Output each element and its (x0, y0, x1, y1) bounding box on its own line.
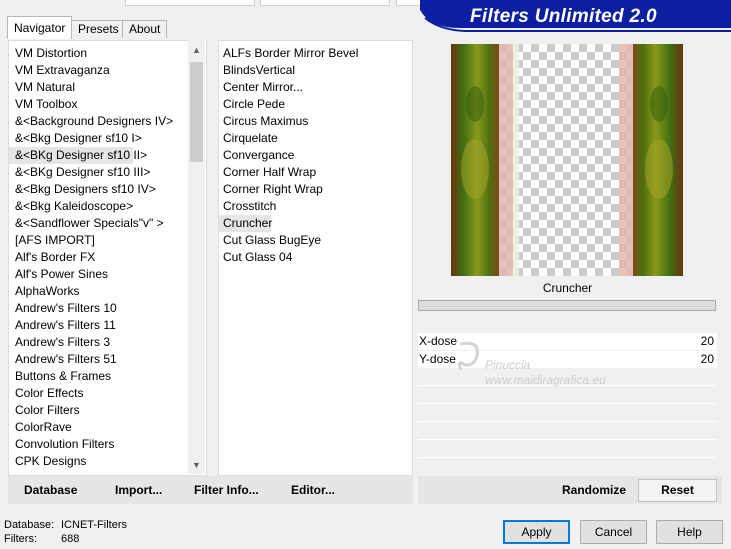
filter-item[interactable]: Cruncher (219, 215, 272, 232)
tab-presets[interactable]: Presets (71, 20, 126, 38)
database-button[interactable]: Database (24, 476, 77, 504)
param-value[interactable]: 20 (701, 351, 714, 368)
category-item[interactable]: VM Extravaganza (9, 62, 110, 79)
category-item[interactable]: Buttons & Frames (9, 368, 111, 385)
filter-item[interactable]: Cut Glass 04 (219, 249, 292, 266)
status-database-label: Database: (4, 519, 55, 531)
category-item[interactable]: Alf's Power Sines (9, 266, 108, 283)
editor-button[interactable]: Editor... (291, 476, 335, 504)
category-item[interactable]: VM Distortion (9, 45, 87, 62)
category-item[interactable]: &<Bkg Kaleidoscope> (9, 198, 133, 215)
category-item[interactable]: &<Sandflower Specials"v" > (9, 215, 164, 232)
filter-item[interactable]: Circus Maximus (219, 113, 308, 130)
divider (418, 439, 717, 440)
filter-item[interactable]: Cirquelate (219, 130, 278, 147)
filter-item[interactable]: Cut Glass BugEye (219, 232, 321, 249)
divider (418, 421, 717, 422)
category-item[interactable]: &<Bkg Designer sf10 I> (9, 130, 142, 147)
filter-item[interactable]: BlindsVertical (219, 62, 295, 79)
current-filter-name: Cruncher (418, 277, 717, 299)
filter-item[interactable]: Circle Pede (219, 96, 285, 113)
category-item[interactable]: Andrew's Filters 11 (9, 317, 116, 334)
preview-image (451, 44, 683, 276)
param-label: X-dose (419, 334, 458, 348)
category-item[interactable]: VM Natural (9, 79, 75, 96)
status-filters-label: Filters: (4, 533, 37, 545)
watermark: Pinuccia www.maidiragrafica.eu (455, 338, 625, 387)
filter-item[interactable]: Convergance (219, 147, 294, 164)
divider (418, 403, 717, 404)
category-item[interactable]: VM Toolbox (9, 96, 77, 113)
category-item[interactable]: [AFS IMPORT] (9, 232, 95, 249)
top-fragment (260, 0, 390, 6)
category-item[interactable]: Andrew's Filters 10 (9, 300, 117, 317)
category-item[interactable]: Andrew's Filters 51 (9, 351, 117, 368)
tab-about[interactable]: About (122, 20, 168, 38)
param-label: Y-dose (419, 352, 456, 366)
filter-item[interactable]: Center Mirror... (219, 79, 303, 96)
scrollbar-thumb[interactable] (190, 62, 203, 162)
category-item[interactable]: Andrew's Filters 3 (9, 334, 110, 351)
category-item[interactable]: AlphaWorks (9, 283, 79, 300)
chevron-up-icon[interactable]: ▲ (188, 45, 205, 55)
parameter-area: X-dose 20 Y-dose 20 (418, 313, 717, 473)
apply-button[interactable]: Apply (503, 520, 570, 544)
filter-bar (418, 300, 716, 311)
category-item[interactable]: Alf's Border FX (9, 249, 95, 266)
status-filters-value: 688 (61, 533, 80, 545)
category-item[interactable]: &<Bkg Designers sf10 IV> (9, 181, 156, 198)
category-item[interactable]: &<Background Designers IV> (9, 113, 173, 130)
banner-title: Filters Unlimited 2.0 (470, 6, 657, 27)
category-item[interactable]: Color Effects (9, 385, 83, 402)
watermark-line1: Pinuccia (485, 358, 531, 372)
divider (418, 457, 717, 458)
category-item[interactable]: &<BKg Designer sf10 III> (9, 164, 150, 181)
import-button[interactable]: Import... (115, 476, 162, 504)
status-database-value: ICNET-Filters (61, 519, 127, 531)
watermark-line2: www.maidiragrafica.eu (485, 373, 606, 387)
tab-navigator[interactable]: Navigator (7, 16, 73, 39)
param-value[interactable]: 20 (701, 333, 714, 350)
top-fragment (125, 0, 255, 6)
filter-item[interactable]: Crosstitch (219, 198, 276, 215)
filter-item[interactable]: Corner Right Wrap (219, 181, 323, 198)
filter-list[interactable]: ALFs Border Mirror Bevel BlindsVertical Ce… (218, 40, 413, 476)
reset-button[interactable]: Reset (638, 479, 717, 502)
banner: Filters Unlimited 2.0 (420, 0, 731, 38)
category-item[interactable]: &<BKg Designer sf10 II> (9, 147, 147, 164)
category-list[interactable]: VM Distortion VM Extravaganza VM Natural VM… (8, 40, 207, 476)
filter-item[interactable]: Corner Half Wrap (219, 164, 316, 181)
chevron-down-icon[interactable]: ▼ (188, 460, 205, 470)
category-item[interactable]: Convolution Filters (9, 436, 114, 453)
filter-info-button[interactable]: Filter Info... (194, 476, 259, 504)
watermark-logo-icon (457, 341, 479, 371)
cancel-button[interactable]: Cancel (580, 520, 647, 544)
filter-item[interactable]: ALFs Border Mirror Bevel (219, 45, 358, 62)
category-item[interactable]: ColorRave (9, 419, 72, 436)
randomize-button[interactable]: Randomize (562, 476, 626, 504)
category-item[interactable]: Color Filters (9, 402, 80, 419)
category-item[interactable]: CPK Designs (9, 453, 86, 470)
help-button[interactable]: Help (656, 520, 723, 544)
